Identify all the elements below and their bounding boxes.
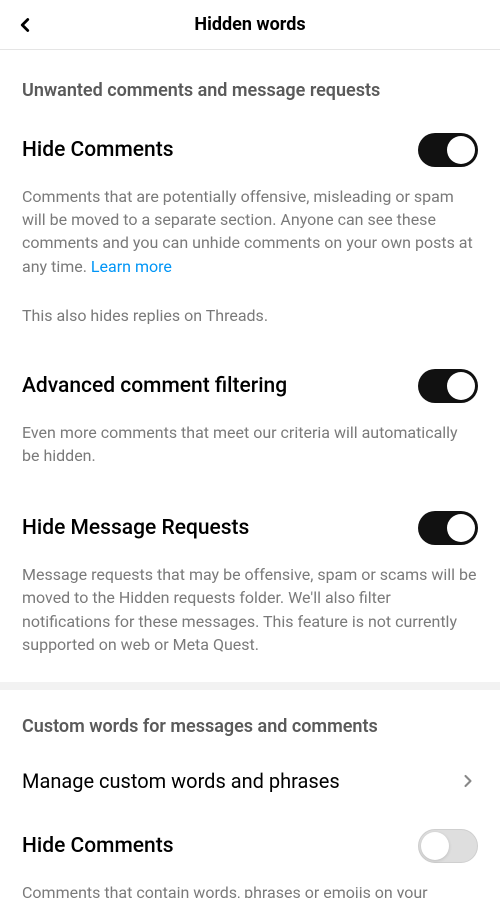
manage-custom-words-label: Manage custom words and phrases — [22, 769, 340, 793]
manage-custom-words-row[interactable]: Manage custom words and phrases — [0, 743, 500, 815]
setting-title-advanced-filtering: Advanced comment filtering — [22, 374, 287, 398]
section-header-custom: Custom words for messages and comments — [0, 690, 500, 743]
toggle-hide-message-requests[interactable] — [418, 511, 478, 545]
settings-scroll-area[interactable]: Unwanted comments and message requests H… — [0, 50, 500, 898]
description-hide-comments: Comments that are potentially offensive,… — [0, 179, 500, 296]
setting-hide-comments-custom: Hide Comments — [0, 815, 500, 875]
setting-advanced-filtering: Advanced comment filtering — [0, 355, 500, 415]
description-advanced-filtering: Even more comments that meet our criteri… — [0, 415, 500, 497]
description-hide-comments-custom: Comments that contain words, phrases or … — [0, 875, 500, 898]
setting-hide-comments: Hide Comments — [0, 119, 500, 179]
toggle-knob — [447, 136, 475, 164]
description-hide-message-requests: Message requests that may be offensive, … — [0, 557, 500, 682]
setting-title-hide-message-requests: Hide Message Requests — [22, 516, 249, 540]
toggle-hide-comments-custom[interactable] — [418, 829, 478, 863]
setting-hide-message-requests: Hide Message Requests — [0, 497, 500, 557]
note-hide-comments-threads: This also hides replies on Threads. — [0, 296, 500, 355]
setting-title-hide-comments: Hide Comments — [22, 138, 174, 162]
toggle-knob — [421, 832, 449, 860]
learn-more-link[interactable]: Learn more — [91, 257, 172, 276]
toggle-hide-comments[interactable] — [418, 133, 478, 167]
page-title: Hidden words — [194, 14, 305, 35]
section-divider — [0, 682, 500, 690]
setting-title-hide-comments-custom: Hide Comments — [22, 834, 174, 858]
chevron-left-icon — [14, 14, 36, 36]
back-button[interactable] — [10, 10, 40, 40]
toggle-advanced-filtering[interactable] — [418, 369, 478, 403]
toggle-knob — [447, 372, 475, 400]
section-header-unwanted: Unwanted comments and message requests — [0, 50, 500, 119]
chevron-right-icon — [458, 771, 478, 791]
toggle-knob — [447, 514, 475, 542]
page-header: Hidden words — [0, 0, 500, 50]
